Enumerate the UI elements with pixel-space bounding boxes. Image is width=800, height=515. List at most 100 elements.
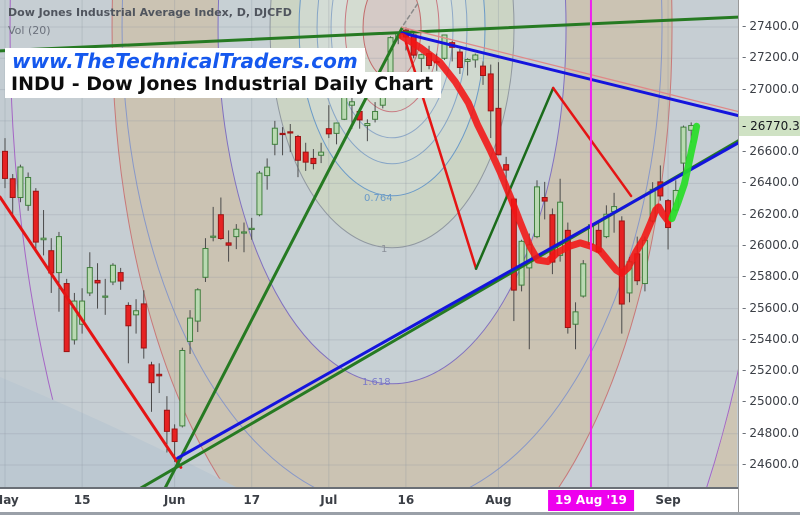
- candlestick: [25, 172, 32, 211]
- candle-body: [333, 122, 340, 134]
- watermark-site-link[interactable]: www.TheTechnicalTraders.com: [5, 48, 365, 75]
- candle-body: [348, 101, 355, 106]
- candle-body: [202, 248, 209, 278]
- price-tick-label: -25200.0: [742, 363, 799, 377]
- candle-body: [294, 136, 301, 161]
- candle-body: [418, 54, 425, 59]
- candle-body: [264, 166, 271, 177]
- price-value: 27400.0: [749, 19, 799, 33]
- candle-body: [94, 279, 101, 284]
- time-axis[interactable]: 19 Aug '19 May 15 Jun 17 Jul 16 Aug Sep: [0, 488, 800, 513]
- candle-body: [472, 54, 479, 61]
- event-date-badge: 19 Aug '19: [548, 490, 634, 511]
- time-tick-label: Aug: [485, 493, 512, 507]
- candle-body: [279, 132, 286, 136]
- candle-body: [109, 264, 116, 283]
- candle-body: [533, 186, 540, 238]
- price-value: 25000.0: [749, 394, 799, 409]
- price-tick-label: -25000.0: [742, 394, 799, 408]
- candle-body: [618, 220, 625, 305]
- candle-body: [541, 197, 548, 202]
- candle-body: [341, 94, 348, 120]
- time-tick-label: Sep: [655, 493, 681, 507]
- candle-body: [32, 190, 39, 243]
- price-tick-label: -26400.0: [742, 175, 799, 189]
- candle-body: [680, 126, 687, 164]
- candle-body: [9, 178, 16, 199]
- price-tick-label: -25400.0: [742, 332, 799, 346]
- candle-body: [140, 303, 147, 349]
- candle-body: [148, 364, 155, 384]
- chart-caption: INDU - Dow Jones Industrial Daily Chart: [5, 72, 442, 98]
- tick-mark: -: [742, 206, 747, 221]
- price-value: 27200.0: [749, 50, 799, 65]
- price-value: 25600.0: [749, 300, 799, 315]
- candle-body: [133, 310, 140, 316]
- price-axis[interactable]: - 26770.3 -27400.0-27200.0-27000.0-26600…: [738, 0, 800, 488]
- candle-body: [480, 65, 487, 76]
- candle-body: [241, 231, 248, 234]
- price-tick-label: -26000.0: [742, 238, 799, 252]
- candle-body: [2, 150, 8, 179]
- price-tick-label: -25800.0: [742, 269, 799, 283]
- candlestick: [533, 180, 540, 239]
- candlestick: [179, 347, 186, 428]
- tick-mark: -: [742, 144, 747, 159]
- price-tick-label: -27400.0: [742, 19, 799, 33]
- candle-body: [271, 127, 278, 145]
- candle-body: [572, 311, 579, 325]
- time-tick-label: Jul: [320, 493, 338, 507]
- candle-body: [580, 263, 587, 297]
- candle-body: [248, 227, 255, 231]
- price-value: 27000.0: [749, 81, 799, 96]
- symbol-title: Dow Jones Industrial Average Index, D, D…: [8, 6, 292, 19]
- price-tick-label: -24800.0: [742, 426, 799, 440]
- candle-body: [503, 164, 510, 171]
- candle-body: [256, 172, 263, 216]
- tick-mark: -: [742, 300, 747, 315]
- price-value: 24800.0: [749, 425, 799, 440]
- candle-body: [495, 107, 502, 156]
- tick-mark: -: [742, 425, 747, 440]
- axis-corner-box: [738, 488, 800, 512]
- price-tick-label: -24600.0: [742, 457, 799, 471]
- candlestick: [71, 292, 78, 345]
- tick-mark: -: [742, 457, 747, 471]
- price-tick-label: -25600.0: [742, 301, 799, 315]
- chart-window: 0.2360.76411.618 Dow Jones Industrial Av…: [0, 0, 800, 515]
- price-tick-label: -27200.0: [742, 50, 799, 64]
- tick-mark: -: [742, 19, 747, 33]
- candle-body: [310, 157, 317, 165]
- candle-body: [125, 304, 132, 327]
- candlestick: [63, 278, 70, 353]
- candle-body: [318, 151, 325, 156]
- indicator-label: Vol (20): [8, 24, 51, 37]
- tick-mark: -: [742, 331, 747, 346]
- candlestick: [580, 260, 587, 298]
- candle-body: [17, 166, 24, 199]
- tick-mark: -: [742, 238, 747, 252]
- candle-body: [194, 289, 201, 322]
- price-value: 24600.0: [749, 457, 799, 471]
- candle-body: [233, 228, 240, 238]
- tick-mark: -: [742, 81, 747, 96]
- candle-body: [55, 236, 62, 274]
- candle-body: [187, 317, 194, 342]
- tick-mark: -: [742, 175, 747, 190]
- time-tick-label: 16: [397, 493, 415, 507]
- price-value: 25800.0: [749, 269, 799, 284]
- candle-body: [179, 349, 186, 427]
- price-value: 26400.0: [749, 175, 799, 190]
- time-tick-label: Jun: [163, 493, 186, 507]
- tick-mark: -: [742, 363, 747, 378]
- fib-level-label: 1.618: [362, 377, 391, 388]
- price-tick-label: -27000.0: [742, 82, 799, 96]
- tick-mark: -: [742, 394, 747, 409]
- price-value: 25200.0: [749, 363, 799, 378]
- tick-mark: -: [742, 269, 747, 284]
- last-price-badge: - 26770.3: [739, 115, 800, 136]
- time-tick-label: May: [0, 493, 19, 507]
- price-value: 26000.0: [749, 238, 799, 252]
- candle-body: [372, 110, 379, 120]
- candlestick: [256, 170, 263, 217]
